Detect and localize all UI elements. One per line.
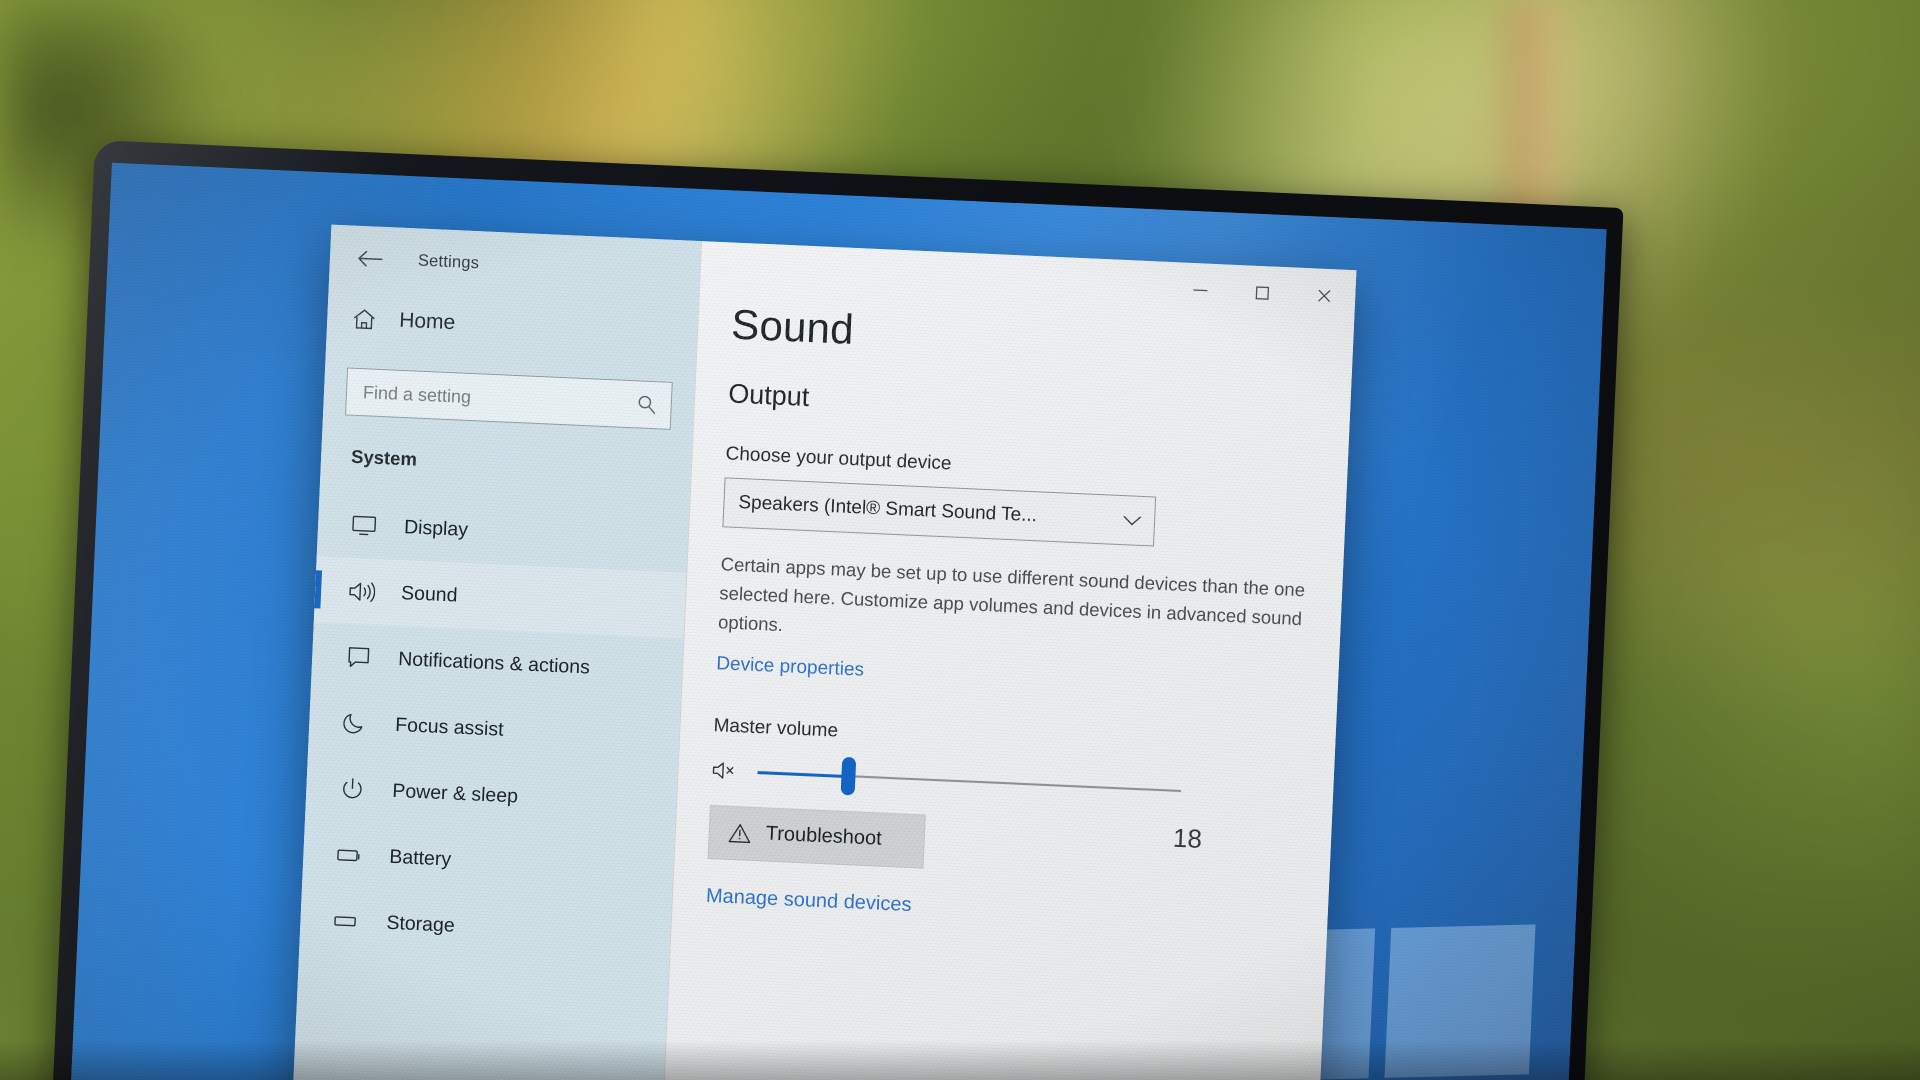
slider-thumb[interactable] xyxy=(840,756,857,796)
maximize-icon[interactable] xyxy=(1230,265,1294,322)
window-title: Settings xyxy=(417,250,480,272)
troubleshoot-label: Troubleshoot xyxy=(765,822,883,850)
laptop: Settings Home Find a setting System Disp… xyxy=(50,140,1733,1080)
sidebar-home-label: Home xyxy=(398,308,456,335)
monitor-icon xyxy=(350,511,379,540)
close-icon[interactable] xyxy=(1292,267,1356,324)
moon-icon xyxy=(341,709,370,738)
master-volume-value: 18 xyxy=(1172,822,1203,854)
output-device-value: Speakers (Intel® Smart Sound Te... xyxy=(738,491,1038,527)
manage-sound-devices-link[interactable]: Manage sound devices xyxy=(705,885,911,917)
sidebar-item-label: Display xyxy=(403,515,469,541)
minimize-icon[interactable] xyxy=(1168,262,1232,319)
settings-content: Sound Output Choose your output device S… xyxy=(659,241,1357,1080)
sidebar-item-label: Storage xyxy=(385,911,456,937)
speaker-waves-icon xyxy=(347,577,376,606)
settings-window: Settings Home Find a setting System Disp… xyxy=(290,224,1357,1080)
device-properties-link[interactable]: Device properties xyxy=(716,653,865,682)
laptop-screen: Settings Home Find a setting System Disp… xyxy=(68,162,1607,1080)
chevron-down-icon xyxy=(1122,514,1143,528)
sidebar-item-label: Power & sleep xyxy=(391,779,519,807)
power-icon xyxy=(338,774,367,803)
speaker-mute-icon[interactable] xyxy=(711,757,742,784)
search-icon[interactable] xyxy=(634,392,659,417)
slider-track-filled xyxy=(757,770,849,778)
output-hint-text: Certain apps may be set up to use differ… xyxy=(717,553,1306,636)
search-input[interactable] xyxy=(360,380,636,416)
output-device-dropdown[interactable]: Speakers (Intel® Smart Sound Te... xyxy=(722,477,1157,547)
sidebar-item-label: Focus assist xyxy=(394,713,505,741)
sidebar-nav-list: Display Sound Notifications & actions Fo… xyxy=(299,490,689,968)
home-icon xyxy=(351,306,378,333)
master-volume-slider[interactable] xyxy=(757,756,1182,804)
troubleshoot-button[interactable]: Troubleshoot xyxy=(707,804,926,869)
storage-icon xyxy=(332,906,361,935)
sound-settings-content: Sound Output Choose your output device S… xyxy=(671,241,1356,935)
notification-icon xyxy=(344,643,373,672)
sidebar-item-label: Sound xyxy=(400,581,458,607)
battery-icon xyxy=(335,840,364,869)
screenshot-photo: Settings Home Find a setting System Disp… xyxy=(0,0,1920,1080)
master-volume-row xyxy=(711,756,1182,804)
output-heading: Output xyxy=(727,378,811,413)
sidebar-item-label: Notifications & actions xyxy=(397,647,591,679)
window-controls xyxy=(1168,262,1356,324)
sidebar-item-label: Battery xyxy=(388,845,452,871)
sidebar-section-title: System xyxy=(350,445,418,470)
master-volume-label: Master volume xyxy=(713,714,839,742)
slider-track-remaining xyxy=(848,774,1182,792)
settings-sidebar: Settings Home Find a setting System Disp… xyxy=(290,224,702,1080)
warning-triangle-icon xyxy=(727,821,754,846)
back-arrow-icon[interactable] xyxy=(351,240,389,278)
search-box[interactable] xyxy=(344,367,673,430)
